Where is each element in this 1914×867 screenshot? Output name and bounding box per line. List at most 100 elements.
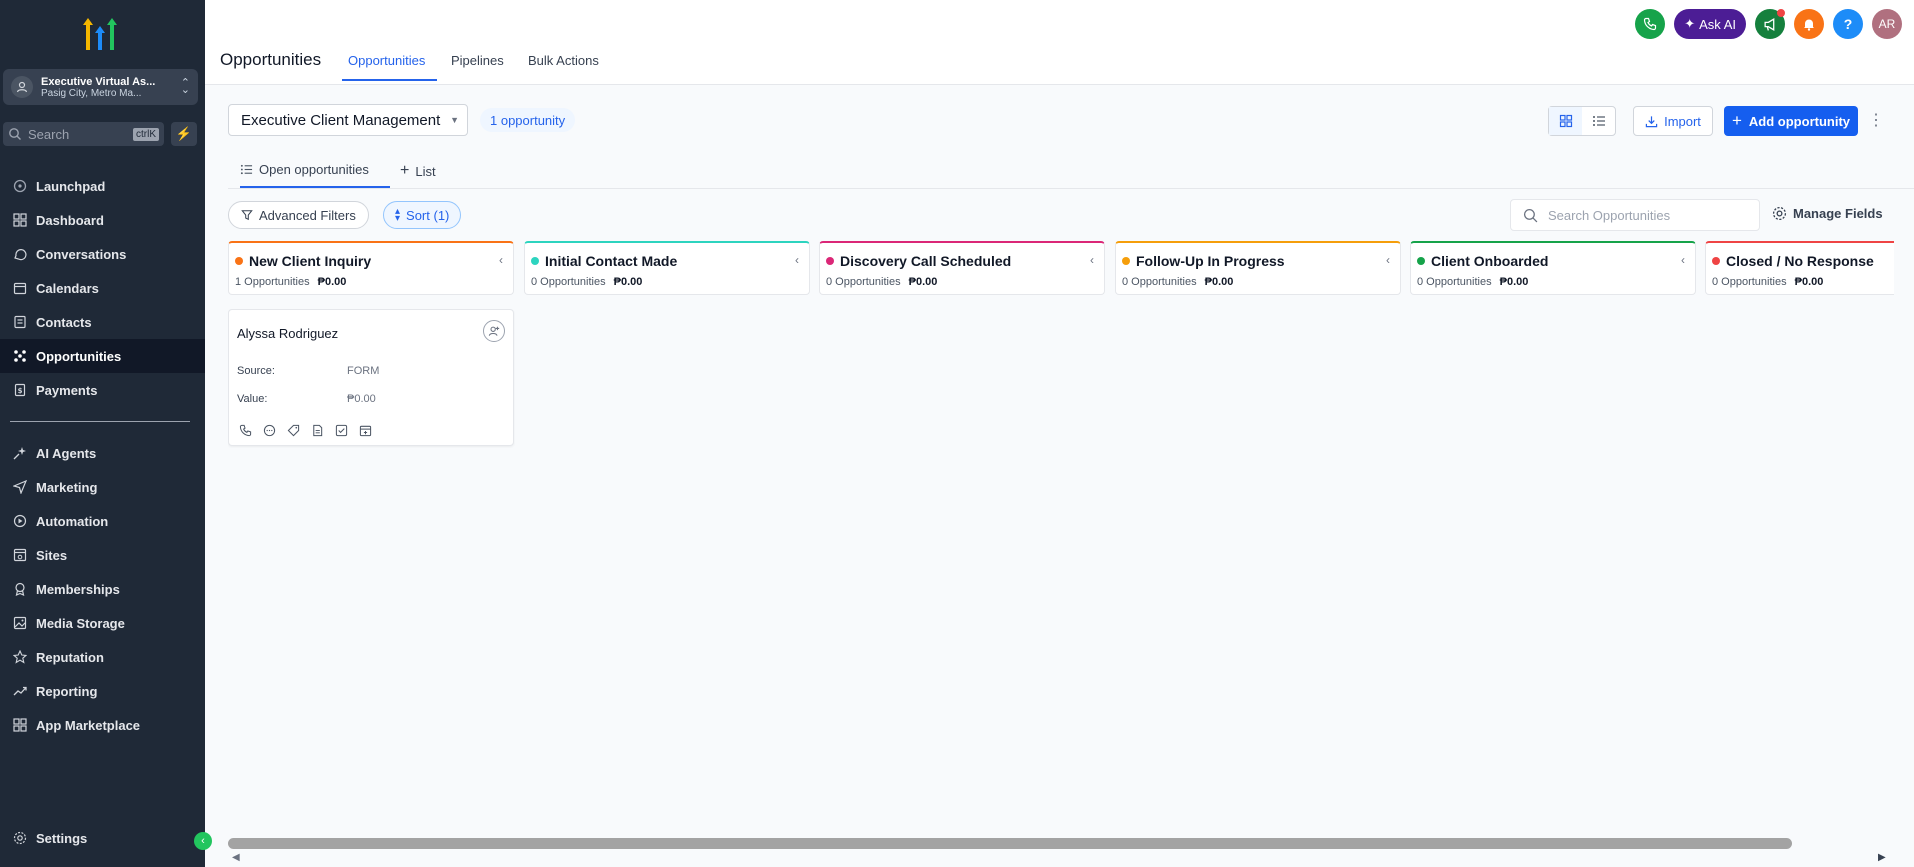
pipeline-board: New Client Inquiry 1 Opportunities ₱0.00 … — [228, 241, 1894, 841]
nav-secondary: AI Agents Marketing Automation Sites Mem… — [0, 436, 205, 742]
add-opportunity-button[interactable]: + Add opportunity — [1724, 106, 1858, 136]
bell-icon — [1804, 19, 1814, 31]
sort-label: Sort (1) — [406, 207, 450, 223]
search-placeholder: Search — [28, 126, 70, 142]
list-icon — [240, 164, 253, 175]
user-avatar[interactable]: AR — [1872, 9, 1902, 39]
tab-pipelines[interactable]: Pipelines — [451, 53, 504, 68]
star-icon — [12, 649, 28, 665]
tab-opportunities[interactable]: Opportunities — [348, 53, 425, 68]
search-shortcut: ctrlK — [133, 127, 159, 141]
phone-icon[interactable] — [237, 422, 253, 438]
sidebar-item-settings[interactable]: Settings — [0, 821, 205, 855]
assign-user-button[interactable] — [483, 320, 505, 342]
sidebar-item-reporting[interactable]: Reporting — [0, 674, 205, 708]
opportunity-card[interactable]: Alyssa Rodriguez Source: FORM Value: ₱0.… — [228, 309, 514, 446]
nav-primary: Launchpad Dashboard Conversations Calend… — [0, 169, 205, 407]
sidebar-item-launchpad[interactable]: Launchpad — [0, 169, 205, 203]
sidebar-item-label: AI Agents — [36, 445, 97, 461]
page-title: Opportunities — [220, 50, 322, 69]
stage-color-dot — [1122, 257, 1130, 265]
chevron-left-icon[interactable]: ‹ — [499, 253, 503, 267]
sidebar-item-label: Memberships — [36, 581, 120, 597]
filter-icon — [241, 210, 253, 221]
sidebar-item-reputation[interactable]: Reputation — [0, 640, 205, 674]
chevron-left-icon[interactable]: ‹ — [795, 253, 799, 267]
sidebar-item-payments[interactable]: $ Payments — [0, 373, 205, 407]
automation-icon — [12, 513, 28, 529]
sidebar-item-sites[interactable]: Sites — [0, 538, 205, 572]
import-button[interactable]: Import — [1633, 106, 1713, 136]
sidebar-item-marketing[interactable]: Marketing — [0, 470, 205, 504]
sidebar-item-label: Conversations — [36, 246, 127, 262]
pipeline-select[interactable]: Executive Client Management ▼ — [228, 104, 468, 136]
chat-icon — [12, 246, 28, 262]
tab-open-opportunities[interactable]: Open opportunities — [240, 162, 369, 177]
tab-open-opportunities-label: Open opportunities — [259, 162, 369, 177]
location-icon — [11, 76, 33, 98]
chevron-left-icon[interactable]: ‹ — [1681, 253, 1685, 267]
stage-color-dot — [1712, 257, 1720, 265]
list-view-button[interactable] — [1582, 107, 1615, 135]
search-icon — [1523, 208, 1538, 222]
sidebar-item-media-storage[interactable]: Media Storage — [0, 606, 205, 640]
sidebar-item-contacts[interactable]: Contacts — [0, 305, 205, 339]
quick-action-button[interactable]: ⚡ — [171, 122, 197, 146]
stage-count: 0 Opportunities — [1712, 276, 1787, 288]
account-location: Pasig City, Metro Ma... — [41, 87, 142, 99]
payments-icon: $ — [12, 382, 28, 398]
sidebar-search[interactable]: Search ctrlK — [3, 122, 164, 146]
send-icon — [12, 479, 28, 495]
sidebar-item-opportunities[interactable]: Opportunities — [0, 339, 205, 373]
help-button[interactable]: ? — [1833, 9, 1863, 39]
sidebar-item-memberships[interactable]: Memberships — [0, 572, 205, 606]
search-opportunities-input[interactable]: Search Opportunities — [1510, 199, 1760, 231]
sidebar-collapse-button[interactable]: ‹ — [194, 832, 212, 850]
bolt-icon: ⚡ — [175, 126, 193, 141]
sidebar-item-label: Calendars — [36, 280, 99, 296]
scroll-right-arrow-icon[interactable]: ▶ — [1878, 852, 1886, 863]
phone-button[interactable] — [1635, 9, 1666, 39]
sidebar-item-label: Automation — [36, 513, 109, 529]
account-switcher[interactable]: Executive Virtual As... Pasig City, Metr… — [3, 69, 198, 105]
grid-icon — [1559, 114, 1572, 128]
sidebar-item-automation[interactable]: Automation — [0, 504, 205, 538]
stage-name: New Client Inquiry — [249, 253, 372, 269]
sidebar-item-calendars[interactable]: Calendars — [0, 271, 205, 305]
rocket-icon — [12, 178, 28, 194]
chevron-left-icon[interactable]: ‹ — [1386, 253, 1390, 267]
stage-column-initial-contact-made: Initial Contact Made 0 Opportunities ₱0.0… — [524, 241, 810, 295]
add-list-tab[interactable]: + List — [400, 162, 436, 180]
app-logo[interactable] — [80, 16, 120, 52]
chevron-left-icon[interactable]: ‹ — [1090, 253, 1094, 267]
sidebar-item-label: Sites — [36, 547, 68, 563]
message-icon[interactable] — [261, 422, 277, 438]
stage-value: ₱0.00 — [1204, 276, 1234, 288]
more-options-icon[interactable]: ⋮ — [1868, 110, 1884, 132]
scroll-left-arrow-icon[interactable]: ◀ — [232, 852, 240, 863]
ask-ai-button[interactable]: ✦ Ask AI — [1674, 9, 1746, 39]
tag-icon[interactable] — [285, 422, 301, 438]
note-icon[interactable] — [309, 422, 325, 438]
task-icon[interactable] — [333, 422, 349, 438]
sidebar-item-ai-agents[interactable]: AI Agents — [0, 436, 205, 470]
sort-button[interactable]: ▴ ▾ Sort (1) — [383, 201, 462, 229]
scrollbar-thumb[interactable] — [228, 838, 1792, 849]
sidebar-item-label: Reporting — [36, 683, 98, 699]
sidebar-item-conversations[interactable]: Conversations — [0, 237, 205, 271]
account-name: Executive Virtual As... — [41, 75, 156, 88]
announcements-button[interactable] — [1755, 9, 1785, 39]
board-view-button[interactable] — [1549, 107, 1582, 135]
sidebar-item-app-marketplace[interactable]: App Marketplace — [0, 708, 205, 742]
manage-fields-button[interactable]: Manage Fields — [1772, 206, 1883, 221]
notifications-button[interactable] — [1794, 9, 1824, 39]
sidebar-item-dashboard[interactable]: Dashboard — [0, 203, 205, 237]
appointment-icon[interactable] — [357, 422, 373, 438]
top-header: Opportunities Opportunities Pipelines Bu… — [205, 0, 1914, 85]
advanced-filters-button[interactable]: Advanced Filters — [228, 201, 369, 229]
tab-bulk-actions[interactable]: Bulk Actions — [528, 53, 599, 68]
stage-column-closed-no-response: Closed / No Response 0 Opportunities ₱0.0… — [1705, 241, 1894, 295]
stage-color-dot — [1417, 257, 1425, 265]
stage-column-discovery-call-scheduled: Discovery Call Scheduled 0 Opportunities… — [819, 241, 1105, 295]
horizontal-scrollbar[interactable] — [228, 838, 1894, 850]
